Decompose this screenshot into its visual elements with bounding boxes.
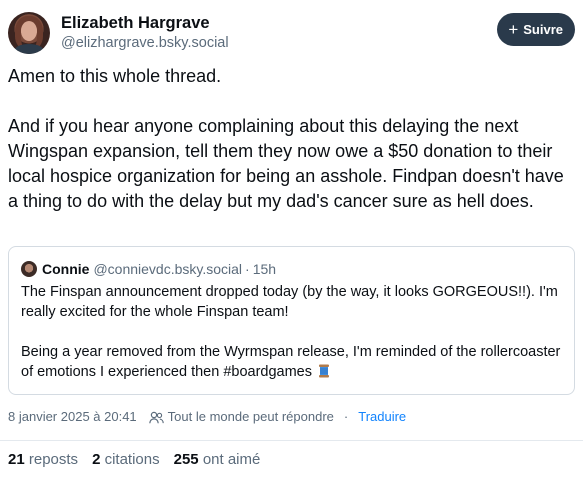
quoted-post-header: Connie @connievdc.bsky.social · 15h <box>21 260 562 278</box>
avatar-face <box>21 21 37 41</box>
quoted-separator: · <box>245 261 250 277</box>
follow-button[interactable]: + Suivre <box>497 13 575 46</box>
engagement-stats: 21 reposts 2 citations 255 ont aimé <box>8 450 274 470</box>
quoted-author-name[interactable]: Connie <box>42 260 89 278</box>
post-body: Amen to this whole thread. And if you he… <box>8 64 574 214</box>
quoted-author-avatar[interactable] <box>21 261 37 277</box>
avatar-shirt <box>14 44 44 54</box>
reposts-stat[interactable]: 21 reposts <box>8 450 78 470</box>
likes-count: 255 <box>173 451 199 468</box>
likes-stat[interactable]: 255 ont aimé <box>174 450 261 470</box>
reposts-count: 21 <box>8 451 25 468</box>
translate-link[interactable]: Traduire <box>358 408 406 426</box>
meta-separator: · <box>343 409 349 424</box>
quoted-author-handle: @connievdc.bsky.social <box>93 261 243 277</box>
post-paragraph: Amen to this whole thread. <box>8 66 222 86</box>
follow-button-label: Suivre <box>523 22 563 37</box>
quoted-post[interactable]: Connie @connievdc.bsky.social · 15h The … <box>8 246 575 395</box>
quoted-post-body: The Finspan announcement dropped today (… <box>21 282 562 382</box>
reposts-label: reposts <box>28 451 79 468</box>
quoted-paragraph: The Finspan announcement dropped today (… <box>21 284 558 320</box>
citations-stat[interactable]: 2 citations <box>92 450 160 470</box>
divider <box>0 440 583 441</box>
citations-label: citations <box>104 451 160 468</box>
spool-of-thread-icon <box>319 364 330 378</box>
post-header: Elizabeth Hargrave @elizhargrave.bsky.so… <box>8 12 575 56</box>
post-meta: 8 janvier 2025 à 20:41 Tout le monde peu… <box>8 408 406 426</box>
author-names: Elizabeth Hargrave @elizhargrave.bsky.so… <box>61 13 229 53</box>
post-timestamp: 8 janvier 2025 à 20:41 <box>8 409 137 424</box>
citations-count: 2 <box>92 451 101 468</box>
author-handle[interactable]: @elizhargrave.bsky.social <box>61 33 229 53</box>
people-icon <box>148 411 164 423</box>
post-paragraph: And if you hear anyone complaining about… <box>8 116 564 211</box>
quoted-paragraph-text: Being a year removed from the Wyrmspan r… <box>21 344 561 380</box>
likes-label: ont aimé <box>202 451 261 468</box>
reply-setting[interactable]: Tout le monde peut répondre <box>168 408 334 426</box>
quoted-paragraph-with-icon: Being a year removed from the Wyrmspan r… <box>21 342 562 382</box>
author-display-name[interactable]: Elizabeth Hargrave <box>61 13 229 33</box>
plus-icon: + <box>508 20 519 39</box>
author-avatar[interactable] <box>8 12 50 54</box>
quoted-post-time[interactable]: 15h <box>253 260 276 278</box>
